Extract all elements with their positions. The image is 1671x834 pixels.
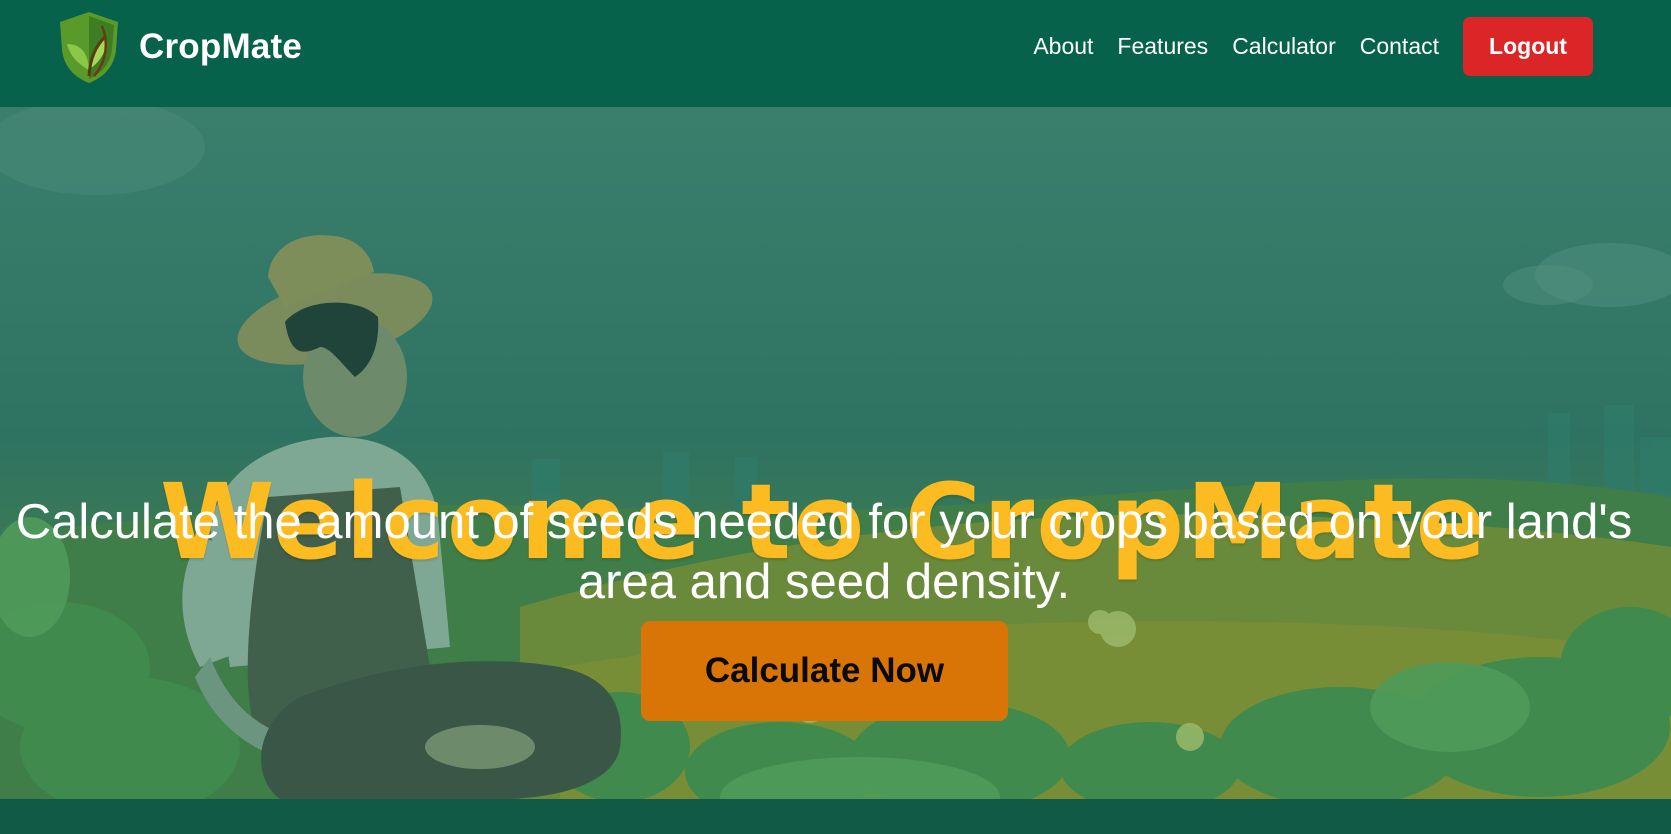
brand-name: CropMate [139, 27, 302, 66]
nav-link-contact[interactable]: Contact [1360, 33, 1439, 60]
hero-subtitle: Calculate the amount of seeds needed for… [15, 495, 1633, 609]
calculate-now-button[interactable]: Calculate Now [641, 621, 1008, 721]
nav-link-about[interactable]: About [1033, 33, 1093, 60]
nav-link-features[interactable]: Features [1117, 33, 1208, 60]
nav-links: About Features Calculator Contact Logout [1033, 17, 1593, 76]
logout-button[interactable]: Logout [1463, 17, 1593, 76]
navbar: CropMate About Features Calculator Conta… [0, 0, 1671, 107]
footer-band [0, 799, 1671, 834]
shield-leaf-icon [60, 12, 118, 83]
nav-link-calculator[interactable]: Calculator [1232, 33, 1336, 60]
brand[interactable]: CropMate [56, 10, 302, 84]
